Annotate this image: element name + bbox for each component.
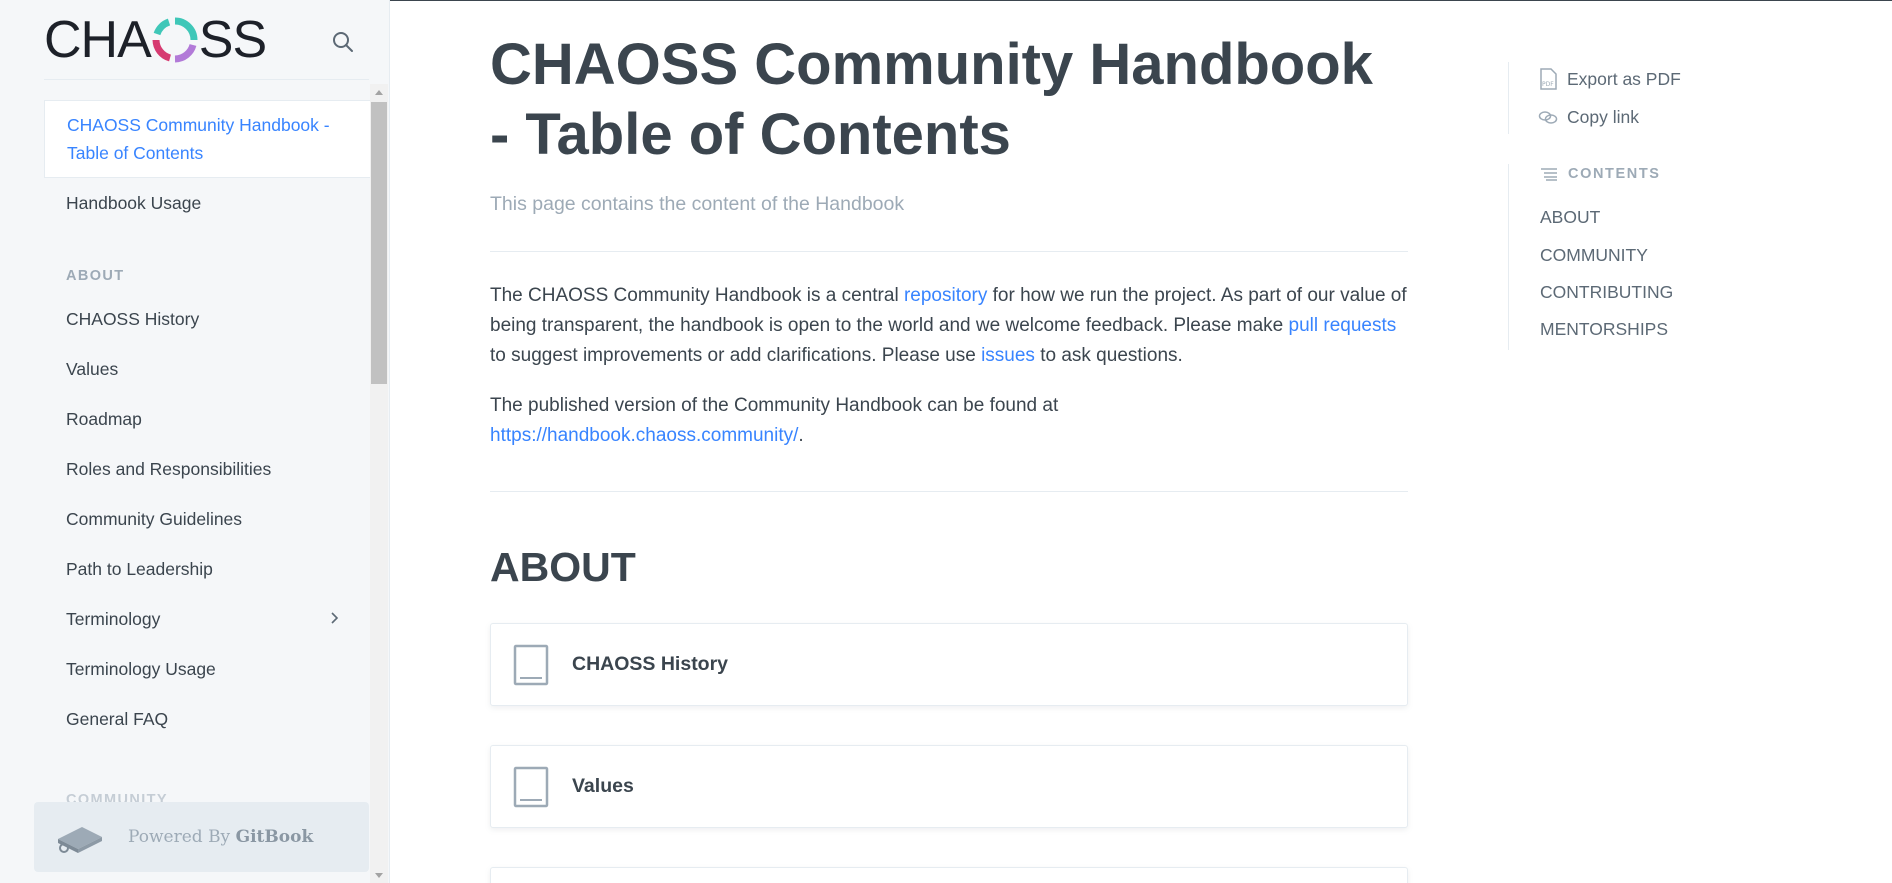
page-icon xyxy=(513,644,549,685)
chaoss-logo[interactable]: CHA SS xyxy=(44,11,267,69)
copy-link-button[interactable]: Copy link xyxy=(1538,104,1639,130)
copy-link-label: Copy link xyxy=(1567,106,1639,127)
sidebar-item-terminology[interactable]: Terminology xyxy=(44,594,370,644)
sidebar-nav: CHAOSS Community Handbook - Table of Con… xyxy=(44,100,370,744)
powered-by-gitbook[interactable]: Powered By GitBook xyxy=(34,802,369,872)
pdf-icon: PDF xyxy=(1540,68,1557,90)
sidebar: CHA SS CHAOSS Community Handbook - Table… xyxy=(0,0,390,883)
actions-divider xyxy=(1508,62,1509,134)
powered-brand: GitBook xyxy=(235,827,314,847)
section-heading-about: ABOUT xyxy=(490,544,636,590)
search-icon xyxy=(333,32,353,52)
page-card-partial[interactable] xyxy=(490,867,1408,883)
toc-item-mentorships[interactable]: MENTORSHIPS xyxy=(1540,319,1668,340)
toc-item-community[interactable]: COMMUNITY xyxy=(1540,245,1648,266)
sidebar-item-path-to-leadership[interactable]: Path to Leadership xyxy=(44,544,370,594)
chevron-right-icon[interactable] xyxy=(328,611,340,625)
repository-link[interactable]: repository xyxy=(904,285,987,306)
contents-heading: CONTENTS xyxy=(1540,166,1661,182)
search-button[interactable] xyxy=(329,28,357,56)
chaoss-ring-icon xyxy=(152,17,198,63)
sidebar-item-table-of-contents[interactable]: CHAOSS Community Handbook - Table of Con… xyxy=(44,100,370,178)
issues-link[interactable]: issues xyxy=(981,345,1035,366)
sidebar-item-terminology-usage[interactable]: Terminology Usage xyxy=(44,644,370,694)
scrollbar-thumb[interactable] xyxy=(371,102,387,384)
export-pdf-label: Export as PDF xyxy=(1567,68,1681,89)
intro-paragraph: The CHAOSS Community Handbook is a centr… xyxy=(490,281,1408,371)
link-icon xyxy=(1538,111,1558,124)
sidebar-item-community-guidelines[interactable]: Community Guidelines xyxy=(44,494,370,544)
gitbook-icon xyxy=(58,827,102,853)
toc-item-about[interactable]: ABOUT xyxy=(1540,207,1600,228)
sidebar-item-chaoss-history[interactable]: CHAOSS History xyxy=(44,294,370,344)
text-span: The CHAOSS Community Handbook is a centr… xyxy=(490,285,904,306)
toc-divider xyxy=(1508,164,1509,350)
logo-text-right: SS xyxy=(198,11,267,69)
scroll-down-arrow-icon[interactable] xyxy=(370,869,388,883)
page-card-chaoss-history[interactable]: CHAOSS History xyxy=(490,623,1408,706)
text-span: . xyxy=(798,425,804,446)
powered-by-text: Powered By GitBook xyxy=(128,827,313,847)
pull-requests-link[interactable]: pull requests xyxy=(1289,315,1397,336)
text-span: to ask questions. xyxy=(1034,345,1183,366)
powered-prefix: Powered By xyxy=(128,827,236,847)
logo-text-left: CHA xyxy=(44,11,152,69)
export-pdf-button[interactable]: PDF Export as PDF xyxy=(1538,66,1681,92)
sidebar-item-handbook-usage[interactable]: Handbook Usage xyxy=(44,178,370,228)
page-card-values[interactable]: Values xyxy=(490,745,1408,828)
sidebar-item-general-faq[interactable]: General FAQ xyxy=(44,694,370,744)
contents-label: CONTENTS xyxy=(1568,166,1661,182)
scroll-up-arrow-icon[interactable] xyxy=(370,84,388,100)
sidebar-item-roles[interactable]: Roles and Responsibilities xyxy=(44,444,370,494)
card-label: CHAOSS History xyxy=(572,653,729,675)
sidebar-item-label: Terminology xyxy=(66,608,161,629)
page-title: CHAOSS Community Handbook - Table of Con… xyxy=(490,32,1373,167)
published-paragraph: The published version of the Community H… xyxy=(490,391,1130,451)
divider xyxy=(490,251,1408,252)
sidebar-item-roadmap[interactable]: Roadmap xyxy=(44,394,370,444)
handbook-url-link[interactable]: https://handbook.chaoss.community/ xyxy=(490,425,798,446)
sidebar-item-values[interactable]: Values xyxy=(44,344,370,394)
svg-text:PDF: PDF xyxy=(1542,81,1554,88)
divider xyxy=(490,491,1408,492)
page-subtitle: This page contains the content of the Ha… xyxy=(490,193,905,215)
toc-item-contributing[interactable]: CONTRIBUTING xyxy=(1540,282,1673,303)
list-icon xyxy=(1541,168,1557,181)
text-span: The published version of the Community H… xyxy=(490,395,1059,416)
sidebar-header: CHA SS xyxy=(44,11,369,80)
card-label: Values xyxy=(572,775,634,797)
page-icon xyxy=(513,766,549,807)
sidebar-section-about: ABOUT xyxy=(66,268,125,284)
text-span: to suggest improvements or add clarifica… xyxy=(490,345,982,366)
